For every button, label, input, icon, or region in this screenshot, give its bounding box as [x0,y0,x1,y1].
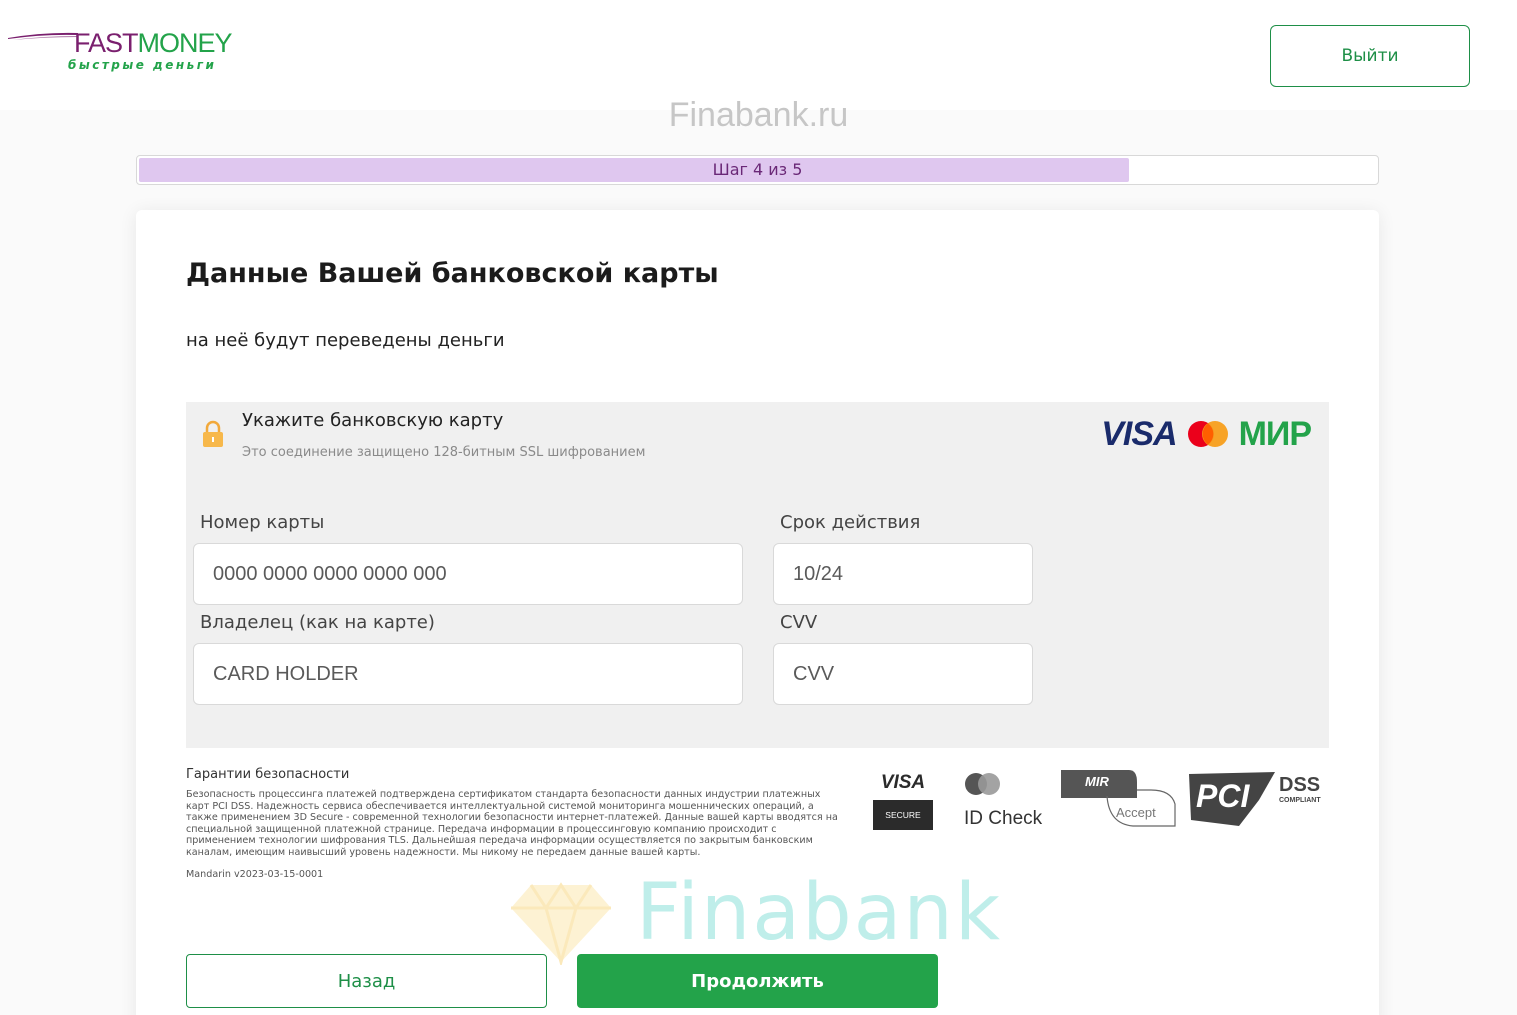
card-holder-input[interactable] [193,643,743,705]
card-brands: VISA МИР [1101,414,1312,454]
card-form-panel: Данные Вашей банковской карты на неё буд… [136,210,1379,1015]
continue-button[interactable]: Продолжить [577,954,938,1008]
mir-accept-accept-text: Accept [1116,805,1156,820]
visa-secure-top: VISA [880,772,926,793]
card-number-label: Номер карты [200,512,325,533]
logout-button[interactable]: Выйти [1270,25,1470,87]
expiry-input[interactable] [773,543,1033,605]
payment-heading: Укажите банковскую карту [242,410,504,431]
security-text: Безопасность процессинга платежей подтве… [186,789,838,858]
fastmoney-logo[interactable]: FASTMONEY быстрые деньги [8,26,268,76]
mir-accept-mir-text: MIR [1085,774,1109,789]
step-progress-bar: Шаг 4 из 5 [136,155,1379,185]
watermark-top: Finabank.ru [668,96,849,134]
back-button[interactable]: Назад [186,954,547,1008]
cvv-label: CVV [780,612,818,633]
visa-secure-bottom: SECURE [873,800,933,830]
expiry-label: Срок действия [780,512,921,533]
visa-secure-logo: VISA SECURE [873,772,933,830]
card-number-input[interactable] [193,543,743,605]
security-logos: VISA SECURE ID Check MIR Accept PCI DSS … [871,768,1331,838]
finabank-watermark-text: Finabank [636,868,1003,958]
cvv-input[interactable] [773,643,1033,705]
pci-dss-logo: PCI DSS COMPLIANT [1187,770,1332,828]
logo-swoosh-icon [8,32,78,40]
mir-logo: МИР [1238,414,1312,453]
logo-primary: FAST [74,28,139,58]
payment-box: Укажите банковскую карту Это соединение … [186,402,1329,748]
progress-label: Шаг 4 из 5 [712,160,803,179]
mastercard-logo-icon [1187,421,1228,447]
page-subtitle: на неё будут переведены деньги [186,330,505,351]
holder-label: Владелец (как на карте) [200,612,435,633]
security-title: Гарантии безопасности [186,767,350,782]
diamond-icon [511,882,611,965]
id-check-text: ID Check [964,808,1043,829]
logo-wordmark: FASTMONEY [74,28,233,59]
top-bar: FASTMONEY быстрые деньги Выйти [0,0,1517,110]
id-check-circles-icon [965,773,1000,795]
lock-icon [203,420,223,447]
id-check-logo: ID Check [961,770,1051,830]
pci-text: PCI [1196,778,1250,814]
mir-accept-shape-icon [1061,770,1176,827]
logo-tagline: быстрые деньги [68,58,217,72]
ssl-note: Это соединение защищено 128-битным SSL ш… [242,445,646,460]
version-label: Mandarin v2023-03-15-0001 [186,869,324,880]
logo-secondary: MONEY [137,28,233,58]
page-title: Данные Вашей банковской карты [186,258,719,289]
compliant-text: COMPLIANT [1279,797,1321,804]
visa-logo: VISA [1101,414,1177,453]
dss-text: DSS [1279,774,1321,796]
mir-accept-logo: MIR Accept [1059,768,1179,830]
